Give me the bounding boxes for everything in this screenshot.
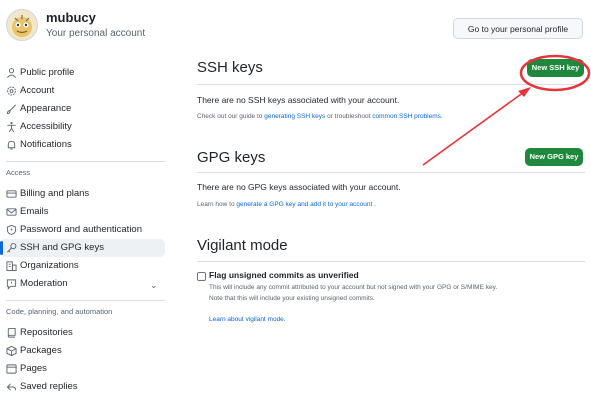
- sidebar-item-pages[interactable]: Pages: [0, 360, 165, 378]
- sidebar-item-account[interactable]: Account: [0, 82, 165, 100]
- common-ssh-problems-link[interactable]: common SSH problems: [372, 113, 441, 120]
- bell-icon: [7, 140, 16, 150]
- gpg-help-text: Learn how to generate a GPG key and add …: [197, 201, 376, 208]
- ssh-help-mid: or troubleshoot: [325, 113, 373, 120]
- active-indicator: [0, 241, 3, 255]
- sidebar-item-label: SSH and GPG keys: [20, 242, 104, 253]
- gpg-help-prefix: Learn how to: [197, 201, 237, 208]
- sidebar-item-label: Account: [20, 85, 55, 96]
- sidebar-item-emails[interactable]: Emails: [0, 203, 165, 221]
- account-type-label: Your personal account: [46, 28, 146, 39]
- sidebar-divider: [6, 161, 165, 162]
- shield-lock-icon: [6, 224, 17, 236]
- sidebar-divider: [6, 300, 165, 301]
- sidebar-item-label: Organizations: [20, 260, 79, 271]
- sidebar-item-password-auth[interactable]: Password and authentication: [0, 221, 165, 239]
- repo-icon: [7, 327, 16, 338]
- section-divider: [197, 172, 585, 173]
- organization-icon: [6, 261, 17, 272]
- sidebar-item-label: Notifications: [20, 139, 72, 150]
- sidebar-item-label: Emails: [20, 206, 49, 217]
- generating-ssh-keys-link[interactable]: generating SSH keys: [264, 113, 325, 120]
- annotation-arrow-line: [422, 91, 525, 166]
- reply-icon: [6, 383, 17, 391]
- sidebar-item-billing[interactable]: Billing and plans: [0, 185, 165, 203]
- sidebar-item-accessibility[interactable]: Accessibility: [0, 118, 165, 136]
- gpg-empty-message: There are no GPG keys associated with yo…: [197, 182, 401, 192]
- ssh-help-suffix: .: [440, 113, 443, 120]
- flag-unsigned-label[interactable]: Flag unsigned commits as unverified: [209, 270, 359, 280]
- sidebar-item-packages[interactable]: Packages: [0, 342, 165, 360]
- account-header: mubucy Your personal account Go to your …: [0, 0, 591, 60]
- report-icon: [6, 279, 17, 290]
- sidebar-item-label: Password and authentication: [20, 224, 142, 235]
- generate-gpg-key-link[interactable]: generate a GPG key and add it to your ac…: [236, 201, 372, 208]
- sidebar-item-repositories[interactable]: Repositories: [0, 324, 165, 342]
- browser-icon: [6, 364, 17, 374]
- sidebar-item-label: Packages: [20, 345, 62, 356]
- sidebar-item-moderation[interactable]: Moderation ⌄: [0, 275, 165, 293]
- mail-icon: [6, 208, 17, 216]
- ssh-help-prefix: Check out our guide to: [197, 113, 265, 120]
- sidebar-item-public-profile[interactable]: Public profile: [0, 64, 165, 82]
- flag-unsigned-checkbox[interactable]: [197, 272, 206, 281]
- new-gpg-key-button[interactable]: New GPG key: [525, 148, 583, 166]
- sidebar-item-label: Repositories: [20, 327, 73, 338]
- chevron-down-icon[interactable]: ⌄: [150, 276, 158, 294]
- sidebar-item-label: Saved replies: [20, 381, 78, 392]
- avatar[interactable]: [6, 9, 38, 41]
- paintbrush-icon: [6, 104, 16, 115]
- sidebar-item-label: Public profile: [20, 67, 75, 78]
- vigilant-description-1: This will include any commit attributed …: [209, 284, 498, 291]
- sidebar-heading-code: Code, planning, and automation: [6, 307, 113, 316]
- sidebar-item-ssh-gpg-keys[interactable]: SSH and GPG keys: [0, 239, 165, 257]
- package-icon: [6, 345, 17, 357]
- person-icon: [7, 68, 16, 78]
- sidebar-item-label: Appearance: [20, 103, 72, 114]
- section-divider: [197, 261, 585, 262]
- credit-card-icon: [6, 190, 17, 198]
- sidebar-item-label: Pages: [20, 363, 47, 374]
- vigilant-description-2: Note that this will include your existin…: [209, 295, 375, 302]
- go-to-profile-button[interactable]: Go to your personal profile: [453, 18, 583, 39]
- vigilant-mode-heading: Vigilant mode: [197, 237, 288, 254]
- key-icon: [7, 243, 17, 253]
- gpg-help-suffix: .: [372, 201, 376, 208]
- sidebar-item-label: Moderation: [20, 278, 68, 289]
- sidebar-item-appearance[interactable]: Appearance: [0, 100, 165, 118]
- sidebar-item-label: Accessibility: [20, 121, 72, 132]
- new-ssh-key-button[interactable]: New SSH key: [527, 59, 584, 77]
- sidebar-item-organizations[interactable]: Organizations: [0, 257, 165, 275]
- sidebar-heading-access: Access: [6, 168, 31, 177]
- gear-icon: [7, 86, 16, 96]
- learn-vigilant-mode-link[interactable]: Learn about vigilant mode.: [209, 316, 286, 323]
- sidebar-item-label: Billing and plans: [20, 188, 90, 199]
- sidebar-item-saved-replies[interactable]: Saved replies: [0, 378, 165, 396]
- gpg-keys-heading: GPG keys: [197, 149, 266, 166]
- accessibility-icon: [7, 122, 16, 133]
- section-divider: [197, 84, 585, 85]
- ssh-empty-message: There are no SSH keys associated with yo…: [197, 95, 400, 105]
- ssh-keys-heading: SSH keys: [197, 59, 263, 76]
- ssh-help-text: Check out our guide to generating SSH ke…: [197, 113, 443, 120]
- sidebar-item-notifications[interactable]: Notifications: [0, 136, 165, 154]
- annotation-arrowhead: [518, 87, 531, 97]
- username[interactable]: mubucy: [46, 10, 96, 25]
